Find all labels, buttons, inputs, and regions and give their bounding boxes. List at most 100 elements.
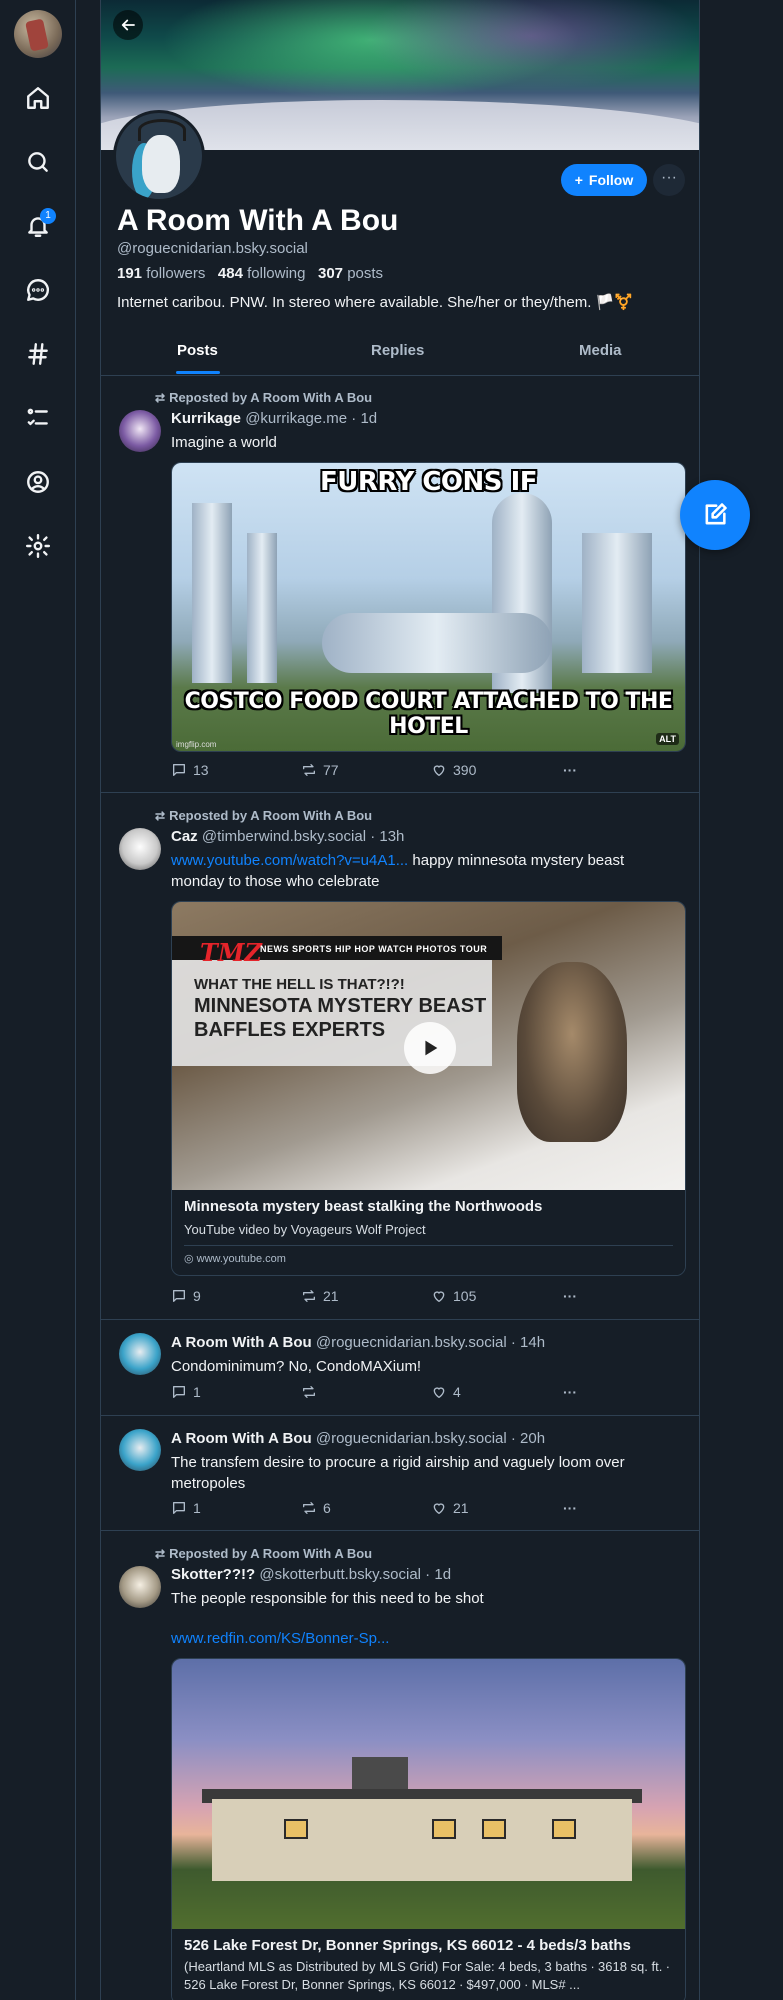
tmz-logo: TMZ [200, 938, 262, 967]
repost-button[interactable]: 21 [301, 1288, 339, 1304]
tab-media[interactable]: Media [579, 342, 622, 359]
post-author-line: Skotter??!? @skotterbutt.bsky.social · 1… [171, 1566, 452, 1583]
search-icon[interactable] [18, 142, 58, 182]
video-nav-text: NEWS SPORTS HIP HOP WATCH PHOTOS TOUR [260, 944, 488, 954]
post-link[interactable]: www.redfin.com/KS/Bonner-Sp... [171, 1628, 681, 1649]
post-more-button[interactable]: ··· [563, 1384, 577, 1400]
feed-post[interactable]: ⇄ Reposted by A Room With A Bou Kurrikage… [101, 377, 699, 793]
active-tab-indicator [176, 371, 220, 374]
repost-indicator: ⇄ Reposted by A Room With A Bou [155, 1546, 373, 1561]
follow-button[interactable]: + Follow [561, 164, 647, 196]
arrow-left-icon [121, 19, 135, 31]
play-button[interactable] [404, 1022, 456, 1074]
repost-indicator: ⇄ Reposted by A Room With A Bou [155, 390, 373, 405]
repost-icon [303, 1290, 315, 1302]
post-more-button[interactable]: ··· [563, 1500, 577, 1516]
post-link[interactable]: www.youtube.com/watch?v=u4A1... [171, 852, 408, 869]
bell-icon[interactable]: 1 [18, 206, 58, 246]
post-author-line: A Room With A Bou @roguecnidarian.bsky.s… [171, 1430, 546, 1447]
post-actions: 13 77 390 ··· [171, 762, 591, 782]
link-card-description: YouTube video by Voyageurs Wolf Project [184, 1222, 426, 1237]
repost-indicator: ⇄ Reposted by A Room With A Bou [155, 808, 373, 823]
alt-badge[interactable]: ALT [656, 733, 679, 745]
gear-icon[interactable] [18, 526, 58, 566]
post-text: The transfem desire to procure a rigid a… [171, 1454, 625, 1492]
reply-button[interactable]: 1 [171, 1500, 201, 1516]
feed-post[interactable]: ⇄ Reposted by A Room With A Bou Caz @timb… [101, 794, 699, 1320]
heart-icon [433, 1503, 445, 1514]
post-more-button[interactable]: ··· [563, 1288, 577, 1304]
repost-icon [303, 1386, 315, 1398]
heart-icon [433, 1387, 445, 1398]
image-watermark: imgflip.com [176, 740, 217, 749]
repost-icon [303, 764, 315, 776]
meme-bottom-caption: COSTCO FOOD COURT ATTACHED TO THE HOTEL [184, 689, 673, 739]
link-card-title: 526 Lake Forest Dr, Bonner Springs, KS 6… [184, 1937, 631, 1954]
profile-tabs: Posts Replies Media [101, 332, 699, 376]
profile-bio: Internet caribou. PNW. In stereo where a… [117, 294, 633, 311]
meme-top-caption: FURRY CONS IF [319, 467, 538, 497]
post-text: Imagine a world [171, 434, 277, 451]
compose-icon [705, 503, 727, 525]
link-card-description: (Heartland MLS as Distributed by MLS Gri… [184, 1959, 670, 1992]
heart-icon [433, 765, 445, 776]
link-card-title: Minnesota mystery beast stalking the Nor… [184, 1198, 543, 1215]
repost-button[interactable]: 6 [301, 1500, 331, 1516]
wolf-image [517, 962, 627, 1142]
followers-link[interactable]: 191 followers [117, 265, 205, 282]
list-icon[interactable] [18, 398, 58, 438]
video-headline-1: WHAT THE HELL IS THAT?!?! [194, 976, 405, 993]
post-avatar[interactable] [119, 828, 161, 870]
like-button[interactable]: 390 [431, 762, 476, 778]
feed-post[interactable]: A Room With A Bou @roguecnidarian.bsky.s… [101, 1417, 699, 1531]
post-text: www.youtube.com/watch?v=u4A1... happy mi… [171, 852, 625, 890]
post-more-button[interactable]: ··· [563, 762, 577, 778]
feed-post[interactable]: A Room With A Bou @roguecnidarian.bsky.s… [101, 1321, 699, 1416]
comment-icon [173, 1502, 185, 1514]
tab-posts[interactable]: Posts [177, 342, 218, 359]
profile-avatar[interactable] [113, 110, 205, 202]
comment-icon [173, 1386, 185, 1398]
reply-button[interactable]: 13 [171, 762, 209, 778]
home-icon[interactable] [18, 78, 58, 118]
post-avatar[interactable] [119, 1566, 161, 1608]
link-card-redfin[interactable]: 526 Lake Forest Dr, Bonner Springs, KS 6… [171, 1658, 686, 2000]
play-icon [425, 1040, 438, 1056]
following-link[interactable]: 484 following [218, 265, 306, 282]
heart-icon [433, 1291, 445, 1302]
reply-button[interactable]: 9 [171, 1288, 201, 1304]
user-avatar[interactable] [14, 10, 62, 58]
post-actions: 1 6 21 ··· [171, 1500, 591, 1520]
hashtag-icon[interactable] [18, 334, 58, 374]
profile-handle: @roguecnidarian.bsky.social [117, 240, 308, 257]
repost-icon [303, 1502, 315, 1514]
compose-button[interactable] [680, 480, 750, 550]
feed-post[interactable]: ⇄ Reposted by A Room With A Bou Skotter??… [101, 1532, 699, 2000]
profile-stats: 191 followers 484 following 307 posts [117, 265, 383, 282]
tab-replies[interactable]: Replies [371, 342, 424, 359]
plus-icon: + [574, 172, 583, 188]
globe-icon: ◎ [184, 1253, 194, 1265]
post-actions: 9 21 105 ··· [171, 1288, 591, 1308]
post-actions: 1 4 ··· [171, 1384, 591, 1404]
repost-button[interactable]: 77 [301, 762, 339, 778]
post-avatar[interactable] [119, 1333, 161, 1375]
post-avatar[interactable] [119, 410, 161, 452]
post-avatar[interactable] [119, 1429, 161, 1471]
link-card-video[interactable]: TMZ NEWS SPORTS HIP HOP WATCH PHOTOS TOU… [171, 901, 686, 1276]
profile-icon[interactable] [18, 462, 58, 502]
profile-display-name: A Room With A Bou [117, 204, 399, 237]
post-text: The people responsible for this need to … [171, 1590, 484, 1607]
repost-icon: ⇄ [155, 391, 166, 405]
back-button[interactable] [113, 10, 143, 40]
reply-button[interactable]: 1 [171, 1384, 201, 1400]
chat-icon[interactable] [18, 270, 58, 310]
repost-icon: ⇄ [155, 1547, 166, 1561]
profile-more-button[interactable]: ··· [653, 164, 685, 196]
post-image[interactable]: FURRY CONS IF COSTCO FOOD COURT ATTACHED… [171, 462, 686, 752]
repost-button[interactable] [301, 1384, 323, 1400]
like-button[interactable]: 105 [431, 1288, 476, 1304]
like-button[interactable]: 4 [431, 1384, 461, 1400]
like-button[interactable]: 21 [431, 1500, 469, 1516]
repost-icon: ⇄ [155, 809, 166, 823]
